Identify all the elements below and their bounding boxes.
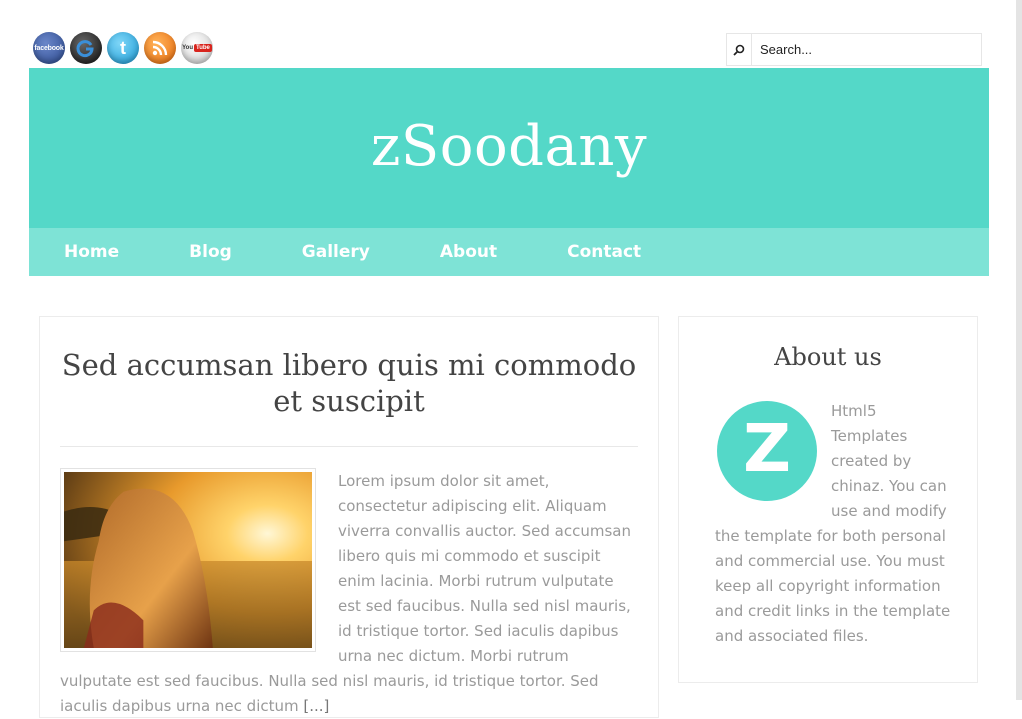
youtube-icon[interactable]: You Tube	[181, 32, 213, 64]
google-glyph	[76, 40, 94, 58]
about-text: Html5 Templates created by chinaz. You c…	[715, 399, 955, 649]
search-box	[726, 33, 982, 66]
facebook-label: facebook	[34, 44, 64, 52]
blog-post: Sed accumsan libero quis mi commodo et s…	[39, 316, 659, 718]
site-title[interactable]: zSoodany	[371, 114, 647, 179]
google-plus-icon[interactable]	[70, 32, 102, 64]
nav-gallery[interactable]: Gallery	[302, 242, 370, 262]
nav-home[interactable]: Home	[64, 242, 119, 262]
youtube-tube-label: Tube	[194, 44, 212, 52]
post-excerpt: Lorem ipsum dolor sit amet, consectetur …	[60, 469, 640, 719]
post-title[interactable]: Sed accumsan libero quis mi commodo et s…	[60, 347, 638, 419]
nav-about[interactable]: About	[440, 242, 497, 262]
rss-icon[interactable]	[144, 32, 176, 64]
nav-contact[interactable]: Contact	[567, 242, 641, 262]
search-icon[interactable]	[727, 34, 752, 65]
main-nav: Home Blog Gallery About Contact	[29, 228, 989, 276]
facebook-icon[interactable]: facebook	[33, 32, 65, 64]
page-scrollbar[interactable]	[1016, 0, 1022, 700]
social-links: facebook t You Tube	[33, 32, 213, 64]
twitter-icon[interactable]: t	[107, 32, 139, 64]
post-divider	[60, 446, 638, 447]
site-header: zSoodany	[29, 68, 989, 228]
search-input[interactable]	[752, 41, 962, 58]
widget-title: About us	[774, 343, 882, 371]
rss-glyph	[152, 40, 168, 56]
twitter-label: t	[120, 37, 126, 58]
nav-blog[interactable]: Blog	[189, 242, 232, 262]
youtube-you-label: You	[182, 45, 193, 51]
about-widget: About us Z Html5 Templates created by ch…	[678, 316, 978, 683]
